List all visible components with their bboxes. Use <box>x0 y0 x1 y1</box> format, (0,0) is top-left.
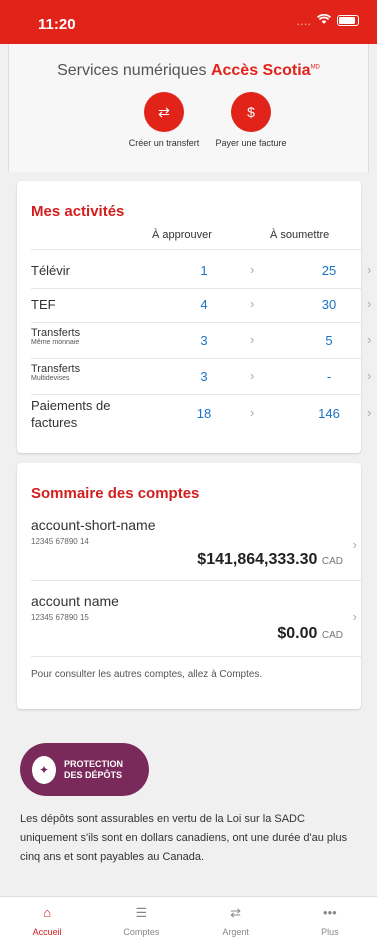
chevron-right-icon[interactable]: › <box>250 405 254 420</box>
account-number: 12345 67890 15 <box>31 613 89 622</box>
submit-count-link[interactable]: 5 <box>309 333 349 348</box>
chevron-right-icon[interactable]: › <box>367 296 371 311</box>
approve-count-link[interactable]: 18 <box>184 406 224 421</box>
submit-count-link[interactable]: 30 <box>309 297 349 312</box>
hero-section: Services numériques Accès ScotiaMD ⇄ Cré… <box>8 44 369 172</box>
badge-text: PROTECTION DES DÉPÔTS <box>64 758 124 780</box>
signal-icon: .... <box>296 13 311 28</box>
accounts-card: Sommaire des comptes account-short-name … <box>17 463 361 709</box>
wifi-icon <box>317 13 331 28</box>
submit-count-link[interactable]: - <box>309 369 349 384</box>
chevron-right-icon[interactable]: › <box>250 262 254 277</box>
chevron-right-icon: › <box>352 609 357 624</box>
home-icon: ⌂ <box>43 905 52 920</box>
col-submit-header: À soumettre <box>270 229 330 241</box>
account-balance: $0.00 CAD <box>277 625 343 642</box>
transfer-icon: ⇄ <box>144 92 184 132</box>
title-brand: Accès Scotia <box>210 62 311 79</box>
activity-label: Transferts Multidevises <box>31 363 81 382</box>
status-bar: 11:20 .... <box>0 0 377 44</box>
pay-bill-label: Payer une facture <box>215 138 287 148</box>
approve-count-link[interactable]: 3 <box>184 333 224 348</box>
pay-bill-button[interactable]: $ Payer une facture <box>196 92 306 148</box>
chevron-right-icon[interactable]: › <box>250 296 254 311</box>
battery-icon <box>337 15 359 26</box>
account-number: 12345 67890 14 <box>31 537 89 546</box>
accounts-footer-note: Pour consulter les autres comptes, allez… <box>31 669 263 680</box>
activity-label: Transferts Même monnaie <box>31 327 81 346</box>
title-prefix: Services numériques <box>57 62 207 79</box>
title-sup: MD <box>310 64 320 71</box>
accounts-title: Sommaire des comptes <box>31 485 200 502</box>
tab-argent[interactable]: ⇄ Argent <box>189 897 283 948</box>
tab-comptes[interactable]: ☰ Comptes <box>94 897 188 948</box>
chevron-right-icon[interactable]: › <box>250 332 254 347</box>
list-icon: ☰ <box>135 905 148 920</box>
tab-accueil[interactable]: ⌂ Accueil <box>0 897 94 948</box>
col-approve-header: À approuver <box>152 229 212 241</box>
chevron-right-icon[interactable]: › <box>367 368 371 383</box>
chevron-right-icon[interactable]: › <box>367 332 371 347</box>
activity-row-transfers-multi: Transferts Multidevises 3 › - › <box>31 359 371 395</box>
activity-row-tef: TEF 4 › 30 › <box>31 289 371 323</box>
chevron-right-icon: › <box>352 537 357 552</box>
activity-row-televir: Télévir 1 › 25 › <box>31 255 371 289</box>
account-name: account name <box>31 593 119 609</box>
chevron-right-icon[interactable]: › <box>250 368 254 383</box>
header-divider <box>31 249 361 250</box>
deposit-protection-badge: ✦ PROTECTION DES DÉPÔTS <box>20 743 149 796</box>
cdic-disclaimer: Les dépôts sont assurables en vertu de l… <box>20 813 348 863</box>
tab-bar: ⌂ Accueil ☰ Comptes ⇄ Argent ••• Plus <box>0 896 377 948</box>
account-name: account-short-name <box>31 517 156 533</box>
transfer-arrows-icon: ⇄ <box>230 905 242 920</box>
account-balance: $141,864,333.30 CAD <box>197 551 343 568</box>
activity-label: Paiements de factures <box>31 398 111 430</box>
activity-label: TEF <box>31 297 56 312</box>
chevron-right-icon[interactable]: › <box>367 405 371 420</box>
account-row[interactable]: account-short-name 12345 67890 14 $141,8… <box>31 515 361 581</box>
activity-label: Télévir <box>31 263 71 278</box>
more-icon: ••• <box>323 905 337 920</box>
submit-count-link[interactable]: 146 <box>309 406 349 421</box>
submit-count-link[interactable]: 25 <box>309 263 349 278</box>
chevron-right-icon[interactable]: › <box>367 262 371 277</box>
page-title: Services numériques Accès ScotiaMD <box>9 62 368 80</box>
account-row[interactable]: account name 12345 67890 15 $0.00 CAD › <box>31 591 361 657</box>
activity-row-bill-payments: Paiements de factures 18 › 146 › <box>31 395 371 439</box>
approve-count-link[interactable]: 4 <box>184 297 224 312</box>
status-icons: .... <box>297 13 359 28</box>
activity-row-transfers-same: Transferts Même monnaie 3 › 5 › <box>31 323 371 359</box>
activities-title: Mes activités <box>31 203 125 220</box>
status-time: 11:20 <box>38 16 76 33</box>
bill-icon: $ <box>231 92 271 132</box>
activities-card: Mes activités À approuver À soumettre Té… <box>17 181 371 453</box>
approve-count-link[interactable]: 3 <box>184 369 224 384</box>
maple-leaf-icon: ✦ <box>32 755 56 784</box>
approve-count-link[interactable]: 1 <box>184 263 224 278</box>
tab-plus[interactable]: ••• Plus <box>283 897 377 948</box>
